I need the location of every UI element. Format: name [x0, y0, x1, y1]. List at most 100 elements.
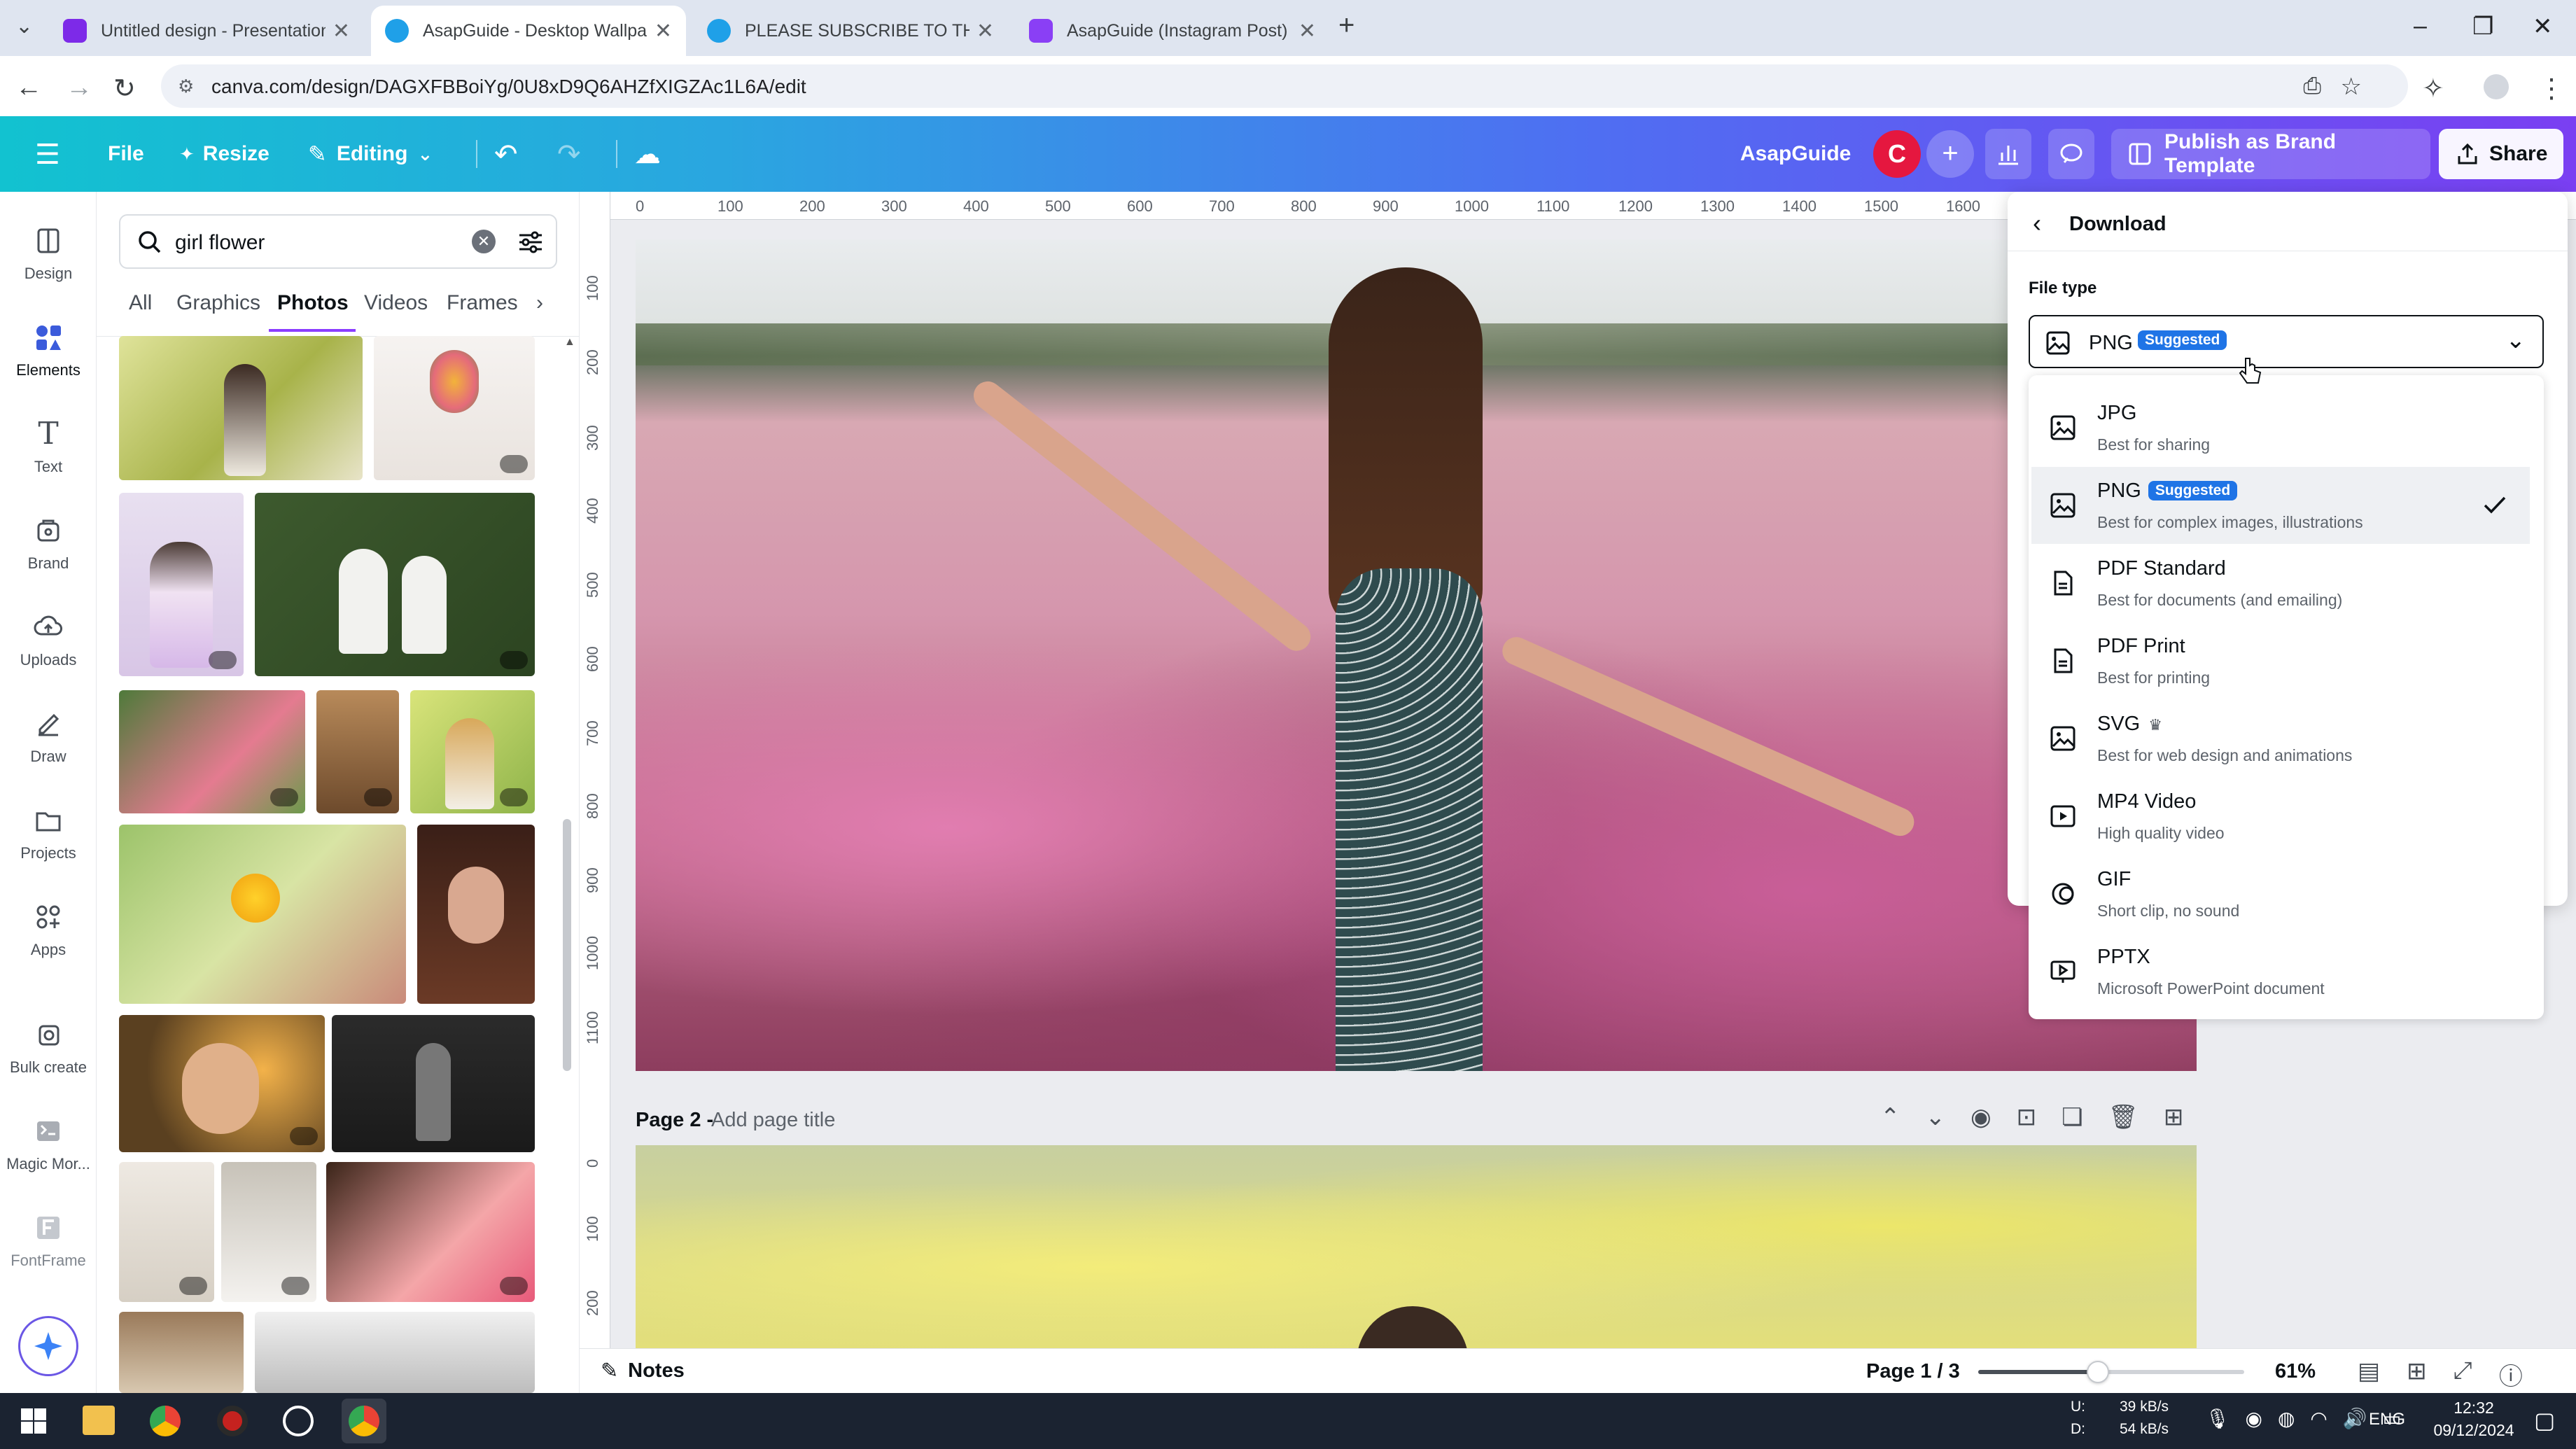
reload-icon[interactable]: ↻	[113, 73, 136, 104]
insights-button[interactable]	[1985, 129, 2031, 179]
tabs-scroll-right-icon[interactable]: ›	[536, 291, 543, 315]
grid-view-icon[interactable]: ⊞	[2407, 1357, 2427, 1392]
comments-button[interactable]	[2048, 129, 2094, 179]
hamburger-menu-icon[interactable]: ☰	[35, 139, 60, 171]
photo-result[interactable]	[119, 493, 244, 676]
window-close-icon[interactable]: ✕	[2533, 13, 2553, 41]
tab-search-icon[interactable]: ⌄	[15, 14, 33, 38]
chrome-active-icon[interactable]	[342, 1399, 386, 1443]
chrome-icon[interactable]	[150, 1406, 181, 1436]
photo-result[interactable]	[119, 336, 363, 480]
photo-result[interactable]	[221, 1162, 316, 1302]
browser-tab-instagram[interactable]: AsapGuide (Instagram Post) - Y ✕	[1015, 6, 1330, 56]
resize-button[interactable]: ✦ Resize	[179, 116, 270, 192]
browser-menu-icon[interactable]: ⋮	[2538, 73, 2565, 104]
editing-mode-dropdown[interactable]: ✎ Editing ⌄	[308, 116, 433, 192]
rail-item-text[interactable]: T Text	[0, 419, 97, 476]
language-indicator[interactable]: ENG	[2369, 1410, 2405, 1429]
clock-date[interactable]: 09/12/2024	[2422, 1421, 2526, 1440]
back-icon[interactable]: ←	[15, 73, 42, 103]
site-info-icon[interactable]: ⚙	[178, 76, 194, 97]
file-explorer-icon[interactable]	[83, 1406, 115, 1435]
option-png[interactable]: PNG Suggested Best for complex images, il…	[2031, 467, 2530, 544]
publish-brand-template-button[interactable]: Publish as Brand Template	[2111, 129, 2430, 179]
duplicate-page-icon[interactable]: ❏	[2062, 1103, 2082, 1131]
photo-result[interactable]	[374, 336, 535, 480]
back-chevron-icon[interactable]: ‹	[2033, 209, 2041, 238]
help-icon[interactable]: ⓘ	[2499, 1357, 2523, 1392]
rail-item-draw[interactable]: Draw	[0, 708, 97, 766]
microphone-icon[interactable]: 🎙	[2205, 1407, 2230, 1430]
add-page-icon[interactable]: ⊞	[2164, 1103, 2184, 1131]
option-pdf-print[interactable]: PDF Print Best for printing	[2031, 622, 2530, 699]
filter-sliders-icon[interactable]	[517, 228, 545, 256]
hide-page-icon[interactable]: ◉	[1970, 1103, 1991, 1131]
option-pdf-standard[interactable]: PDF Standard Best for documents (and ema…	[2031, 545, 2530, 622]
photo-result[interactable]	[332, 1015, 535, 1152]
new-tab-plus-icon[interactable]: +	[1338, 10, 1354, 41]
notifications-icon[interactable]: ▢	[2534, 1407, 2555, 1434]
option-gif[interactable]: GIF Short clip, no sound	[2031, 855, 2530, 932]
move-page-down-icon[interactable]: ⌄	[1926, 1103, 1946, 1131]
photo-result[interactable]	[316, 690, 399, 813]
photo-result[interactable]	[255, 493, 535, 676]
scrollbar-thumb[interactable]	[563, 819, 571, 1071]
save-page-icon[interactable]: ⎙	[2303, 73, 2321, 99]
page-2-title-input[interactable]: Add page title	[711, 1109, 835, 1132]
rail-item-fontframe[interactable]: FontFrame	[0, 1212, 97, 1270]
cloud-saved-icon[interactable]: ☁	[634, 139, 661, 170]
photo-result[interactable]	[410, 690, 535, 813]
rail-item-apps[interactable]: Apps	[0, 902, 97, 959]
lock-page-icon[interactable]: ⊡	[2017, 1103, 2037, 1131]
share-button[interactable]: Share	[2439, 129, 2563, 179]
undo-icon[interactable]: ↶	[494, 139, 518, 171]
zoom-level[interactable]: 61%	[2275, 1360, 2316, 1383]
redo-icon[interactable]: ↷	[557, 139, 581, 171]
clock-time[interactable]: 12:32	[2432, 1399, 2516, 1418]
rail-item-uploads[interactable]: Uploads	[0, 612, 97, 669]
team-name[interactable]: AsapGuide	[1740, 116, 1851, 192]
tab-videos[interactable]: Videos	[364, 291, 428, 315]
photo-result[interactable]	[119, 825, 406, 1004]
rail-item-projects[interactable]: Projects	[0, 805, 97, 862]
notes-button[interactable]: ✎ Notes	[601, 1359, 685, 1383]
profile-avatar[interactable]	[2484, 74, 2509, 99]
forward-icon[interactable]: →	[66, 73, 92, 103]
photo-result[interactable]	[119, 1312, 244, 1393]
photo-result[interactable]	[119, 1015, 325, 1152]
rail-item-bulk-create[interactable]: Bulk create	[0, 1019, 97, 1077]
chrome-tray-icon[interactable]: ◍	[2278, 1407, 2295, 1430]
avatar[interactable]: C	[1873, 130, 1921, 178]
photo-result[interactable]	[255, 1312, 535, 1393]
volume-icon[interactable]: 🔊	[2343, 1407, 2367, 1430]
rail-item-brand[interactable]: Brand	[0, 515, 97, 573]
close-icon[interactable]: ✕	[332, 19, 350, 43]
rail-item-magic-morph[interactable]: Magic Mor...	[0, 1116, 97, 1173]
close-icon[interactable]: ✕	[1298, 19, 1316, 43]
photo-result[interactable]	[119, 1162, 214, 1302]
page-1-canvas[interactable]	[636, 239, 2197, 1071]
zoom-slider-handle[interactable]	[2087, 1361, 2109, 1383]
search-input[interactable]: girl flower ✕	[119, 214, 557, 269]
address-bar[interactable]: ⚙ canva.com/design/DAGXFBBoiYg/0U8xD9Q6A…	[161, 64, 2408, 108]
close-icon[interactable]: ✕	[976, 19, 994, 43]
page-indicator[interactable]: Page 1 / 3	[1866, 1360, 1960, 1383]
obs-icon[interactable]	[283, 1406, 314, 1436]
wifi-icon[interactable]: ◠	[2310, 1407, 2327, 1430]
extensions-icon[interactable]: ✧	[2422, 73, 2444, 104]
photo-result[interactable]	[119, 690, 305, 813]
rail-item-design[interactable]: Design	[0, 225, 97, 283]
move-page-up-icon[interactable]: ⌃	[1880, 1103, 1900, 1131]
tab-graphics[interactable]: Graphics	[176, 291, 260, 315]
photo-result[interactable]	[417, 825, 535, 1004]
option-svg[interactable]: SVG ♛ Best for web design and animations	[2031, 700, 2530, 777]
windows-start-icon[interactable]	[20, 1407, 48, 1435]
magic-assistant-button[interactable]	[18, 1316, 78, 1376]
rail-item-elements[interactable]: Elements	[0, 322, 97, 379]
browser-tab-subscribe[interactable]: PLEASE SUBSCRIBE TO THIS CH ✕	[693, 6, 1008, 56]
zoom-slider[interactable]	[1978, 1361, 2244, 1383]
tab-all[interactable]: All	[129, 291, 152, 315]
recorder-icon[interactable]	[217, 1406, 248, 1436]
bookmark-star-icon[interactable]: ☆	[2341, 73, 2362, 101]
tab-frames[interactable]: Frames	[447, 291, 518, 315]
